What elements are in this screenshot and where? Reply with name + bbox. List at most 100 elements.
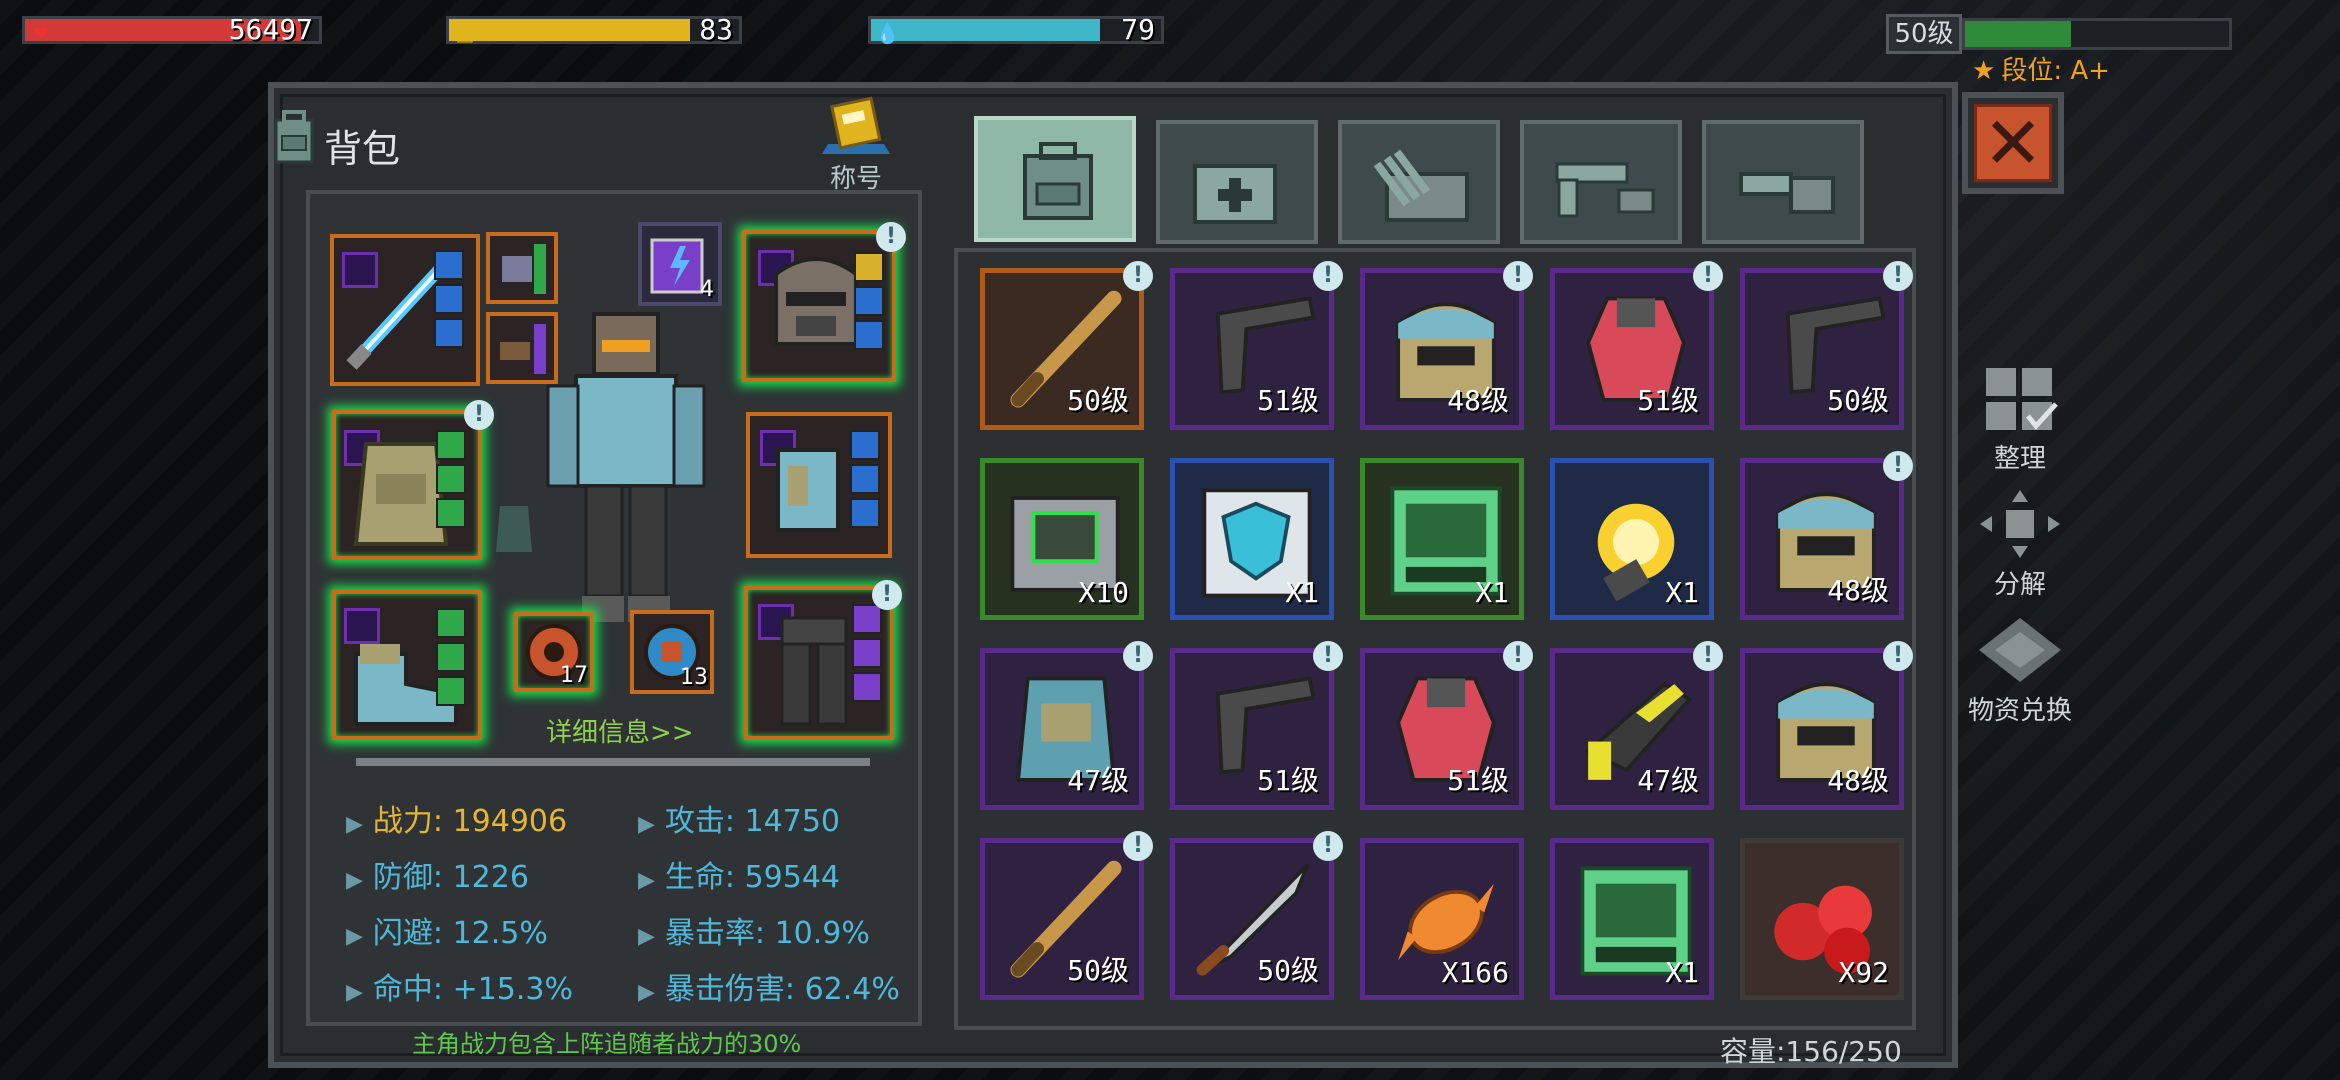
tab-materials[interactable]: [1338, 120, 1500, 244]
pants-slot[interactable]: !: [744, 580, 902, 740]
item-label: X92: [1838, 956, 1889, 989]
inventory-item[interactable]: 51级!: [1170, 641, 1343, 810]
close-button[interactable]: ✕: [1962, 92, 2064, 194]
power-footnote: 主角战力包含上阵追随者战力的30%: [412, 1030, 802, 1058]
item-label: X1: [1665, 576, 1699, 609]
battery-slot[interactable]: 4: [638, 222, 722, 306]
stat-defense: ▶ 防御: 1226: [346, 860, 529, 895]
info-icon[interactable]: !: [1503, 261, 1533, 291]
item-label: 50级: [1067, 954, 1129, 987]
info-icon[interactable]: !: [872, 580, 902, 610]
inventory-item[interactable]: 50级!: [980, 831, 1153, 1000]
gauntlet-icon: [776, 448, 840, 532]
inventory-item[interactable]: X1: [1170, 458, 1334, 620]
boots-slot[interactable]: [332, 590, 482, 740]
inventory-item[interactable]: 47级!: [980, 641, 1153, 810]
water-drop-icon: 💧: [875, 21, 900, 45]
equipment-scrollbar[interactable]: [356, 758, 870, 766]
item-label: X10: [1078, 576, 1129, 609]
vest-silhouette-icon: [496, 506, 532, 552]
exchange-icon: [1979, 618, 2061, 682]
info-icon[interactable]: !: [1123, 831, 1153, 861]
inventory-item[interactable]: X1: [1550, 838, 1714, 1000]
info-icon[interactable]: !: [1313, 641, 1343, 671]
detail-info-link[interactable]: 详细信息>>: [546, 712, 694, 749]
dismantle-button[interactable]: 分解: [1962, 488, 2078, 601]
info-icon[interactable]: !: [1313, 831, 1343, 861]
inventory-item[interactable]: X1: [1550, 458, 1714, 620]
item-label: X1: [1665, 956, 1699, 989]
energy-value: 83: [699, 13, 733, 46]
inventory-item[interactable]: 51级!: [1550, 261, 1723, 430]
inventory-item[interactable]: 50级!: [1740, 261, 1913, 430]
sort-button[interactable]: 整理: [1962, 364, 2078, 475]
info-icon[interactable]: !: [1883, 261, 1913, 291]
item-label: 48级: [1827, 574, 1889, 607]
info-icon[interactable]: !: [1693, 641, 1723, 671]
info-icon[interactable]: !: [1123, 641, 1153, 671]
item-label: 50级: [1257, 954, 1319, 987]
item-label: 48级: [1447, 384, 1509, 417]
level-badge: 50级: [1886, 14, 1962, 54]
info-icon[interactable]: !: [1883, 641, 1913, 671]
stat-attack: ▶ 攻击: 14750: [638, 804, 840, 839]
inventory-item[interactable]: 51级!: [1360, 641, 1533, 810]
inventory-item[interactable]: X10: [980, 458, 1144, 620]
inventory-item[interactable]: 48级!: [1360, 261, 1533, 430]
food-icon: ▤: [455, 21, 475, 45]
inventory-item[interactable]: 47级!: [1550, 641, 1723, 810]
chip-slot-1[interactable]: 17: [514, 612, 594, 692]
info-icon[interactable]: !: [1123, 261, 1153, 291]
stat-accuracy: ▶ 命中: +15.3%: [346, 972, 574, 1007]
info-icon[interactable]: !: [876, 222, 906, 252]
item-label: 47级: [1067, 764, 1129, 797]
heart-icon: ❤: [32, 21, 50, 45]
helmet-slot[interactable]: !: [742, 222, 906, 382]
inventory-item[interactable]: X1: [1360, 458, 1524, 620]
rank-label: ★ 段位: A+: [1972, 56, 2110, 86]
info-icon[interactable]: !: [1503, 641, 1533, 671]
stat-crit-damage: ▶ 暴击伤害: 62.4%: [638, 972, 900, 1007]
item-label: 47级: [1637, 764, 1699, 797]
star-icon: ★: [1972, 56, 1996, 86]
xp-bar: [1962, 18, 2232, 50]
pants-icon: [780, 616, 848, 726]
gloves-slot[interactable]: [746, 412, 892, 558]
item-label: X166: [1441, 956, 1509, 989]
tab-backpack[interactable]: [974, 116, 1136, 242]
tools-icon: [1739, 172, 1835, 214]
energy-bar: ▤ 83: [446, 13, 742, 46]
tab-weapons[interactable]: [1520, 120, 1682, 244]
inventory-item[interactable]: X92: [1740, 838, 1904, 1000]
backpack-icon: [1023, 142, 1093, 220]
armor-slot[interactable]: !: [332, 400, 494, 560]
item-label: 50级: [1827, 384, 1889, 417]
tab-medical[interactable]: [1156, 120, 1318, 244]
inventory-item[interactable]: 48级!: [1740, 641, 1913, 810]
backpack-title: 背包: [324, 127, 401, 171]
stat-health: ▶ 生命: 59544: [638, 860, 840, 895]
info-icon[interactable]: !: [464, 400, 494, 430]
weapon-slot[interactable]: [330, 234, 480, 386]
exchange-button[interactable]: 物资兑换: [1962, 614, 2078, 727]
materials-icon: [1373, 149, 1469, 222]
chip-slot-2[interactable]: 13: [630, 610, 714, 694]
info-icon[interactable]: !: [1313, 261, 1343, 291]
chip-1-count: 17: [560, 663, 588, 688]
capacity-label: 容量:156/250: [1720, 1035, 1902, 1068]
item-label: X1: [1475, 576, 1509, 609]
item-label: 51级: [1447, 764, 1509, 797]
inventory-item[interactable]: 48级!: [1740, 451, 1913, 620]
sort-icon: [1986, 368, 2058, 430]
inventory-item[interactable]: X166: [1360, 838, 1524, 1000]
inventory-item[interactable]: 50级!: [980, 261, 1153, 430]
info-icon[interactable]: !: [1883, 451, 1913, 481]
inventory-item[interactable]: 50级!: [1170, 831, 1343, 1000]
item-label: 50级: [1067, 384, 1129, 417]
stat-dodge: ▶ 闪避: 12.5%: [346, 916, 548, 951]
accessory-slot-1[interactable]: [486, 232, 558, 304]
inventory-item[interactable]: 51级!: [1170, 261, 1343, 430]
medkit-icon: [1193, 164, 1277, 224]
tab-tools[interactable]: [1702, 120, 1864, 244]
info-icon[interactable]: !: [1693, 261, 1723, 291]
